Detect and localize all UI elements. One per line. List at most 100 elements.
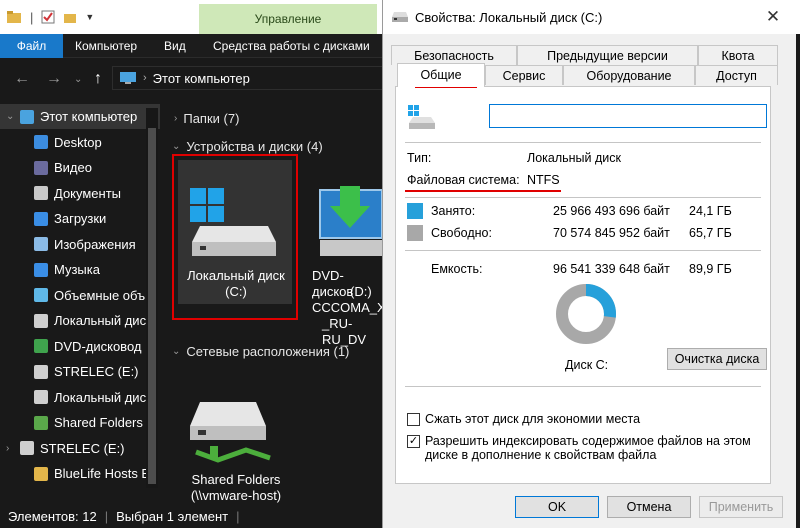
free-gb: 65,7 ГБ <box>689 226 732 240</box>
dialog-title-bar: Свойства: Локальный диск (C:) <box>383 0 797 34</box>
index-checkbox[interactable]: ✓ <box>407 435 420 448</box>
properties-check-icon[interactable] <box>41 10 55 24</box>
sidebar-item[interactable]: Desktop <box>0 130 160 155</box>
status-separator: | <box>104 508 109 524</box>
contextual-tab-manage[interactable]: Управление <box>199 4 377 34</box>
address-bar[interactable]: › Этот компьютер <box>112 66 382 90</box>
compress-checkbox[interactable] <box>407 413 420 426</box>
disk-usage-donut <box>556 284 616 344</box>
tab-sharing[interactable]: Доступ <box>695 65 778 85</box>
pictures-folder-icon <box>34 237 48 251</box>
sidebar-item[interactable]: DVD-дисковод <box>0 334 160 359</box>
sidebar-item[interactable]: Загрузки <box>0 206 160 231</box>
chevron-down-icon[interactable]: ⌄ <box>6 111 14 122</box>
tab-general[interactable]: Общие <box>397 63 485 87</box>
sidebar-item[interactable]: Объемные объ <box>0 283 160 308</box>
quick-access-toolbar: | ▼ <box>6 8 94 26</box>
tab-security[interactable]: Безопасность <box>391 45 517 65</box>
divider <box>405 250 761 251</box>
computer-icon <box>20 109 34 124</box>
close-icon[interactable]: ✕ <box>750 0 796 34</box>
up-arrow-icon[interactable]: ↑ <box>94 70 102 88</box>
compress-label[interactable]: Сжать этот диск для экономии места <box>425 412 640 426</box>
documents-folder-icon <box>34 186 48 200</box>
tab-hardware[interactable]: Оборудование <box>563 65 695 85</box>
sidebar-item-label: Загрузки <box>54 211 107 226</box>
tab-view[interactable]: Вид <box>156 34 194 58</box>
sidebar-item[interactable]: Музыка <box>0 257 160 282</box>
disk-cleanup-button[interactable]: Очистка диска <box>667 348 767 370</box>
tab-quota[interactable]: Квота <box>698 45 778 65</box>
sidebar-item[interactable]: › STRELEC (E:) <box>0 436 160 461</box>
sidebar-scrollbar-thumb[interactable] <box>148 128 156 484</box>
sidebar-item[interactable]: Shared Folders <box>0 410 160 435</box>
local-disk-label-line2: (C:) <box>225 284 247 299</box>
sidebar-item-label: Объемные объ <box>54 287 146 303</box>
used-bytes: 25 966 493 696 байт <box>553 204 670 218</box>
annotation-underline <box>405 190 561 192</box>
downloads-folder-icon <box>34 211 48 226</box>
sidebar-item-label: Локальный дис <box>54 313 147 328</box>
group-network[interactable]: ⌄ Сетевые расположения (1) <box>172 344 349 359</box>
network-drive-icon <box>34 415 48 430</box>
sidebar-item-label: Этот компьютер <box>40 109 138 124</box>
group-folders[interactable]: › Папки (7) <box>174 111 239 126</box>
computer-icon <box>120 72 136 84</box>
sidebar-item[interactable]: Локальный дис <box>0 385 160 410</box>
forward-arrow-icon[interactable]: → <box>46 70 62 88</box>
music-folder-icon <box>34 262 48 277</box>
sidebar-item[interactable]: Локальный дис <box>0 308 160 333</box>
type-label: Тип: <box>407 151 432 165</box>
navigation-bar: ← → ⌄ ↑ › Этот компьютер <box>0 58 382 98</box>
local-disk-icon <box>34 390 48 404</box>
sidebar-item-label: Изображения <box>54 236 136 252</box>
sidebar-item-label: Desktop <box>54 134 102 150</box>
cancel-button[interactable]: Отмена <box>607 496 691 518</box>
group-devices[interactable]: ⌄ Устройства и диски (4) <box>172 139 323 154</box>
back-arrow-icon[interactable]: ← <box>14 70 30 88</box>
chevron-right-icon[interactable]: › <box>6 443 9 454</box>
capacity-gb: 89,9 ГБ <box>689 262 732 276</box>
status-item-count: Элементов: 12 <box>8 508 97 524</box>
3d-objects-icon <box>34 288 48 302</box>
tab-computer[interactable]: Компьютер <box>67 34 145 58</box>
index-label-line1[interactable]: Разрешить индексировать содержимое файло… <box>425 434 751 448</box>
new-folder-icon[interactable] <box>63 10 77 24</box>
dvd-label-line3: CCCOMA_X6 <box>312 300 393 315</box>
sidebar-item-label: Документы <box>54 185 122 201</box>
apply-button[interactable]: Применить <box>699 496 783 518</box>
tab-tools[interactable]: Сервис <box>485 65 563 85</box>
sidebar-item[interactable]: Видео <box>0 155 160 180</box>
sidebar-item[interactable]: ⌄ Этот компьютер <box>0 104 160 129</box>
index-label-line2[interactable]: диске в дополнение к свойствам файла <box>425 448 656 462</box>
chevron-down-icon: ⌄ <box>172 141 181 152</box>
dialog-title: Свойства: Локальный диск (C:) <box>415 9 603 25</box>
tab-disk-tools[interactable]: Средства работы с дисками <box>205 34 378 58</box>
sidebar-item[interactable]: Изображения <box>0 232 160 257</box>
used-gb: 24,1 ГБ <box>689 204 732 218</box>
sidebar-item-label: STRELEC (E:) <box>40 440 125 456</box>
disk-label: Диск C: <box>565 358 609 372</box>
capacity-bytes: 96 541 339 648 байт <box>553 262 670 276</box>
network-drive-icon[interactable] <box>186 396 272 466</box>
recent-dropdown-icon[interactable]: ⌄ <box>74 74 82 85</box>
sidebar-item-label: Shared Folders <box>54 415 143 430</box>
tab-previous-versions[interactable]: Предыдущие версии <box>517 45 698 65</box>
divider <box>405 197 761 198</box>
volume-name-input[interactable] <box>489 104 767 128</box>
properties-dialog: Свойства: Локальный диск (C:) ✕ Безопасн… <box>382 0 797 528</box>
quick-access-dropdown-icon[interactable]: ▼ <box>85 12 94 22</box>
sidebar-item-label: Локальный дис <box>54 389 147 405</box>
folder-icon[interactable] <box>6 10 22 24</box>
sidebar-item[interactable]: Документы <box>0 181 160 206</box>
free-bytes: 70 574 845 952 байт <box>553 226 670 240</box>
sidebar-item-label: DVD-дисковод <box>54 338 142 354</box>
tab-file[interactable]: Файл <box>0 34 63 58</box>
sidebar-item[interactable]: BlueLife Hosts E <box>0 461 160 486</box>
ok-button[interactable]: OK <box>515 496 599 518</box>
used-space-swatch <box>407 203 423 219</box>
sidebar-item[interactable]: STRELEC (E:) <box>0 359 160 384</box>
sidebar-item-label: Музыка <box>54 262 100 277</box>
address-path[interactable]: Этот компьютер <box>153 71 250 86</box>
dvd-drive-icon[interactable] <box>318 172 382 258</box>
